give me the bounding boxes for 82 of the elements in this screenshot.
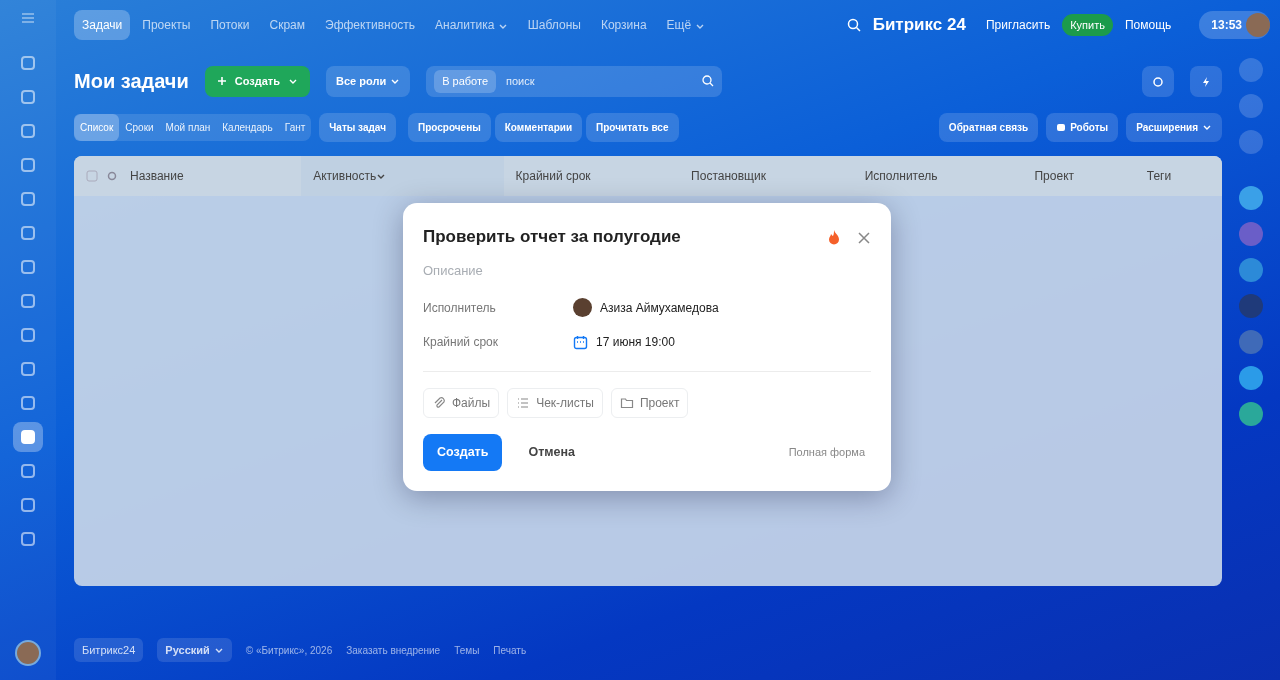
nav-tab[interactable]: Проекты: [134, 10, 199, 40]
language-dropdown[interactable]: Русский: [157, 637, 232, 663]
cancel-button[interactable]: Отмена: [518, 434, 585, 471]
checkbox-icon[interactable]: [86, 169, 98, 182]
plus-icon: [216, 76, 227, 87]
attach-button[interactable]: Проект: [610, 388, 689, 418]
toolbar-button[interactable]: Чаты задач: [319, 112, 396, 142]
filter-chip[interactable]: В работе: [434, 70, 496, 93]
roles-dropdown[interactable]: Все роли: [326, 66, 411, 97]
buy-button[interactable]: Купить: [1062, 13, 1113, 37]
toolbar-button[interactable]: Расширения: [1126, 112, 1222, 142]
contact-avatar[interactable]: [1239, 222, 1263, 246]
field-label: Исполнитель: [423, 299, 497, 317]
footer-link[interactable]: Темы: [454, 642, 480, 658]
lightning-button[interactable]: [1190, 66, 1222, 97]
brand-logo: Битрикс 24: [872, 14, 966, 37]
contact-avatar[interactable]: [1239, 186, 1263, 210]
nav-tab[interactable]: Ещё: [658, 10, 713, 40]
contact-avatar[interactable]: [1239, 258, 1263, 282]
paperclip-icon: [432, 396, 446, 410]
search-field[interactable]: В работе поиск: [426, 66, 723, 97]
help-link[interactable]: Помощь: [1124, 16, 1172, 34]
toolbar-button[interactable]: Обратная связь: [938, 112, 1039, 142]
user-avatar[interactable]: [15, 640, 41, 666]
task-title: Проверить отчет за полугодие: [423, 226, 682, 248]
search-icon[interactable]: [702, 75, 715, 88]
footer-link[interactable]: Заказать внедрение: [346, 642, 441, 658]
nav-tab[interactable]: Эффективность: [317, 10, 424, 40]
brand-button[interactable]: Битрикс24: [74, 637, 144, 663]
field-value[interactable]: 17 июня 19:00: [596, 333, 675, 351]
lightning-icon: [1200, 76, 1212, 89]
attach-button[interactable]: Файлы: [423, 388, 500, 418]
attach-button[interactable]: Чек-листы: [507, 388, 603, 418]
column-header[interactable]: Постановщик: [679, 155, 853, 196]
contact-avatar[interactable]: [1239, 366, 1263, 390]
contact-avatar[interactable]: [1239, 294, 1263, 318]
view-tab[interactable]: Мой план: [159, 113, 217, 141]
settings-button[interactable]: [1142, 66, 1174, 97]
view-tab[interactable]: Сроки: [119, 113, 160, 141]
checklist-icon: [516, 396, 531, 410]
gear-icon: [1152, 76, 1164, 89]
view-tab[interactable]: Список: [74, 113, 120, 141]
footer-link[interactable]: Печать: [493, 642, 527, 658]
nav-tab[interactable]: Корзина: [592, 10, 655, 40]
column-header[interactable]: Исполнитель: [852, 155, 1023, 196]
page-title: Мои задачи: [74, 69, 189, 94]
copyright-text: © «Битрикс», 2026: [245, 643, 333, 658]
toolbar-button[interactable]: Комментарии: [494, 112, 583, 142]
create-button[interactable]: Создать: [204, 66, 310, 97]
invite-link[interactable]: Пригласить: [985, 16, 1051, 34]
robot-icon: [1056, 122, 1067, 132]
view-tab[interactable]: Гант: [278, 113, 312, 141]
toolbar-button[interactable]: Просрочены: [408, 112, 491, 142]
user-avatar[interactable]: [1246, 13, 1270, 37]
nav-tab[interactable]: Скрам: [261, 10, 313, 40]
full-form-link[interactable]: Полная форма: [782, 443, 871, 462]
view-tab[interactable]: Календарь: [216, 113, 279, 141]
field-value[interactable]: Азиза Аймухамедова: [600, 298, 719, 317]
person-avatar: [573, 298, 592, 317]
gear-icon[interactable]: [106, 169, 118, 182]
flame-icon[interactable]: [827, 229, 841, 245]
column-header[interactable]: Активность: [301, 155, 504, 196]
calendar-icon: [573, 334, 588, 350]
column-header[interactable]: Теги: [1134, 155, 1222, 196]
folder-icon: [619, 396, 634, 410]
column-header[interactable]: Название: [118, 155, 302, 196]
create-button[interactable]: Создать: [423, 434, 503, 471]
toolbar-button[interactable]: Прочитать все: [586, 112, 679, 142]
field-label: Крайний срок: [423, 334, 499, 351]
app-icon[interactable]: [13, 422, 43, 452]
column-header[interactable]: Проект: [1022, 155, 1135, 196]
menu-icon[interactable]: [21, 12, 35, 24]
column-header[interactable]: Крайний срок: [503, 155, 680, 196]
search-icon[interactable]: [846, 18, 861, 32]
contact-avatar[interactable]: [1239, 402, 1263, 426]
nav-tab[interactable]: Задачи: [74, 10, 131, 40]
toolbar-button[interactable]: Роботы: [1046, 112, 1119, 142]
close-icon: [857, 230, 871, 245]
nav-tab[interactable]: Потоки: [202, 10, 258, 40]
nav-tab[interactable]: Шаблоны: [519, 10, 589, 40]
contact-avatar[interactable]: [1239, 330, 1263, 354]
nav-tab[interactable]: Аналитика: [427, 10, 516, 40]
